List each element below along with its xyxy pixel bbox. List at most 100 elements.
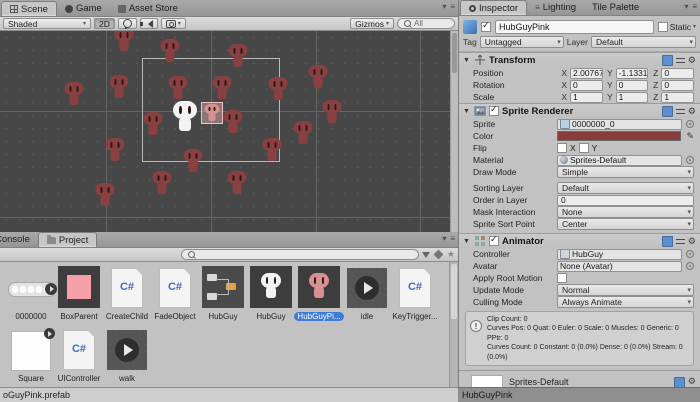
project-asset[interactable]: C#FadeObject <box>152 266 198 326</box>
draw-mode-dropdown[interactable]: Simple <box>557 166 694 178</box>
tag-dropdown[interactable]: Untagged <box>480 36 564 48</box>
scene-sprite[interactable] <box>294 121 313 145</box>
mask-interaction-dropdown[interactable]: None <box>557 206 694 218</box>
axis-value-field[interactable]: 0 <box>570 80 603 91</box>
component-enabled-checkbox[interactable] <box>489 106 499 116</box>
culling-mode-dropdown[interactable]: Always Animate <box>557 296 694 308</box>
animator-header[interactable]: ▼ Animator ⚙ <box>459 233 700 248</box>
scene-lighting-button[interactable] <box>118 18 137 29</box>
object-picker-icon[interactable] <box>686 250 694 258</box>
2d-toggle-button[interactable]: 2D <box>94 18 115 29</box>
object-picker-icon[interactable] <box>686 120 694 128</box>
scene-sprite[interactable] <box>65 82 84 106</box>
tab-console[interactable]: Console <box>0 232 38 247</box>
asset-grid[interactable]: 0000000BoxParentC#CreateChildC#FadeObjec… <box>0 262 450 387</box>
scene-sprite[interactable] <box>184 149 203 173</box>
gear-icon[interactable]: ⚙ <box>688 377 696 386</box>
active-checkbox[interactable] <box>481 22 491 32</box>
scene-sprite[interactable] <box>263 138 282 162</box>
scene-sprite-selected[interactable] <box>205 104 220 122</box>
help-icon[interactable] <box>662 55 673 66</box>
scene-sprite[interactable] <box>161 39 180 63</box>
tab-inspector[interactable]: Inspector <box>460 0 527 15</box>
project-asset[interactable]: walk <box>104 328 150 387</box>
sprite-renderer-header[interactable]: ▼ Sprite Renderer ⚙ <box>459 103 700 118</box>
tab-game[interactable]: Game <box>57 1 110 16</box>
scene-tab-options[interactable]: ▾≡ <box>442 2 455 11</box>
preset-icon[interactable] <box>676 237 685 246</box>
project-asset[interactable]: C#UIController <box>56 328 102 387</box>
scene-sprite[interactable] <box>110 75 129 99</box>
tab-project[interactable]: Project <box>38 232 98 247</box>
scene-sprite[interactable] <box>96 183 115 207</box>
flip-x-checkbox[interactable] <box>557 143 567 153</box>
scene-canvas[interactable] <box>0 31 458 232</box>
project-asset[interactable]: 0000000 <box>8 266 54 326</box>
axis-value-field[interactable]: 0 <box>616 80 649 91</box>
component-enabled-checkbox[interactable] <box>489 236 499 246</box>
foldout-icon[interactable]: ▼ <box>463 238 471 245</box>
controller-object-field[interactable]: HubGuy <box>557 249 682 260</box>
favorites-icon[interactable]: ★ <box>447 250 455 259</box>
foldout-icon[interactable]: ▼ <box>463 108 471 115</box>
tab-scene[interactable]: Scene <box>1 1 57 16</box>
gameobject-name-field[interactable]: HubGuyPink <box>495 20 654 34</box>
project-asset[interactable]: idle <box>344 266 390 326</box>
transform-header[interactable]: ▼ Transform ⚙ <box>459 52 700 67</box>
project-asset[interactable]: Square <box>8 328 54 387</box>
project-asset[interactable]: C#CreateChild <box>104 266 150 326</box>
project-scrollbar[interactable] <box>449 262 458 387</box>
gear-icon[interactable]: ⚙ <box>688 107 696 116</box>
scene-sprite[interactable] <box>309 65 328 89</box>
scene-sprite[interactable] <box>228 171 247 195</box>
search-by-label-icon[interactable] <box>433 250 443 260</box>
gear-icon[interactable]: ⚙ <box>688 56 696 65</box>
foldout-icon[interactable]: ▼ <box>463 57 471 64</box>
scene-sprite[interactable] <box>224 110 243 134</box>
scene-audio-button[interactable] <box>140 18 158 29</box>
material-object-field[interactable]: Sprites-Default <box>557 155 682 166</box>
project-tab-options[interactable]: ▾≡ <box>442 234 455 243</box>
scene-sprite[interactable] <box>213 76 232 100</box>
project-asset[interactable]: HubGuy <box>200 266 246 326</box>
scene-sprite[interactable] <box>115 31 134 52</box>
inspector-tab-options[interactable]: ▾≡ <box>684 2 697 11</box>
flip-y-checkbox[interactable] <box>579 143 589 153</box>
order-in-layer-field[interactable]: 0 <box>557 195 694 206</box>
eyedropper-icon[interactable]: ✎ <box>686 131 694 142</box>
sprite-object-field[interactable]: 0000000_0 <box>557 119 682 130</box>
help-icon[interactable] <box>662 106 673 117</box>
layer-dropdown[interactable]: Default <box>591 36 696 48</box>
object-picker-icon[interactable] <box>686 262 694 270</box>
project-asset[interactable]: HubGuy <box>248 266 294 326</box>
preset-icon[interactable] <box>676 107 685 116</box>
axis-value-field[interactable]: 1 <box>661 92 694 103</box>
scene-scrollbar[interactable] <box>450 31 458 232</box>
help-icon[interactable] <box>662 236 673 247</box>
project-asset[interactable]: HubGuyPi... <box>296 266 342 326</box>
scene-sprite[interactable] <box>153 171 172 195</box>
sprite-sort-point-dropdown[interactable]: Center <box>557 218 694 230</box>
axis-value-field[interactable]: -1.133188 <box>616 68 649 79</box>
axis-value-field[interactable]: 0 <box>661 80 694 91</box>
tab-asset-store[interactable]: Asset Store <box>110 1 186 16</box>
tab-lighting[interactable]: ≡ Lighting <box>527 0 584 15</box>
axis-value-field[interactable]: 2.007679 <box>570 68 603 79</box>
scene-sprite[interactable] <box>144 112 163 136</box>
gear-icon[interactable]: ⚙ <box>688 237 696 246</box>
scene-sprite[interactable] <box>169 76 188 100</box>
search-by-type-icon[interactable] <box>422 252 430 258</box>
sorting-layer-dropdown[interactable]: Default <box>557 182 694 194</box>
static-checkbox[interactable] <box>658 22 668 32</box>
shading-mode-dropdown[interactable]: Shaded ▾ <box>3 18 91 29</box>
apply-root-motion-checkbox[interactable] <box>557 273 567 283</box>
gizmos-dropdown[interactable]: Gizmos ▾ <box>350 18 394 29</box>
scene-sprite[interactable] <box>106 138 125 162</box>
tab-tile-palette[interactable]: Tile Palette <box>584 0 647 15</box>
avatar-object-field[interactable]: None (Avatar) <box>557 261 682 272</box>
material-preview-bar[interactable]: ▶ Sprites-Default Shader Sprites/Default… <box>459 370 700 387</box>
project-asset[interactable]: BoxParent <box>56 266 102 326</box>
axis-value-field[interactable]: 1 <box>616 92 649 103</box>
scene-sprite[interactable] <box>323 100 342 124</box>
axis-value-field[interactable]: 1 <box>570 92 603 103</box>
